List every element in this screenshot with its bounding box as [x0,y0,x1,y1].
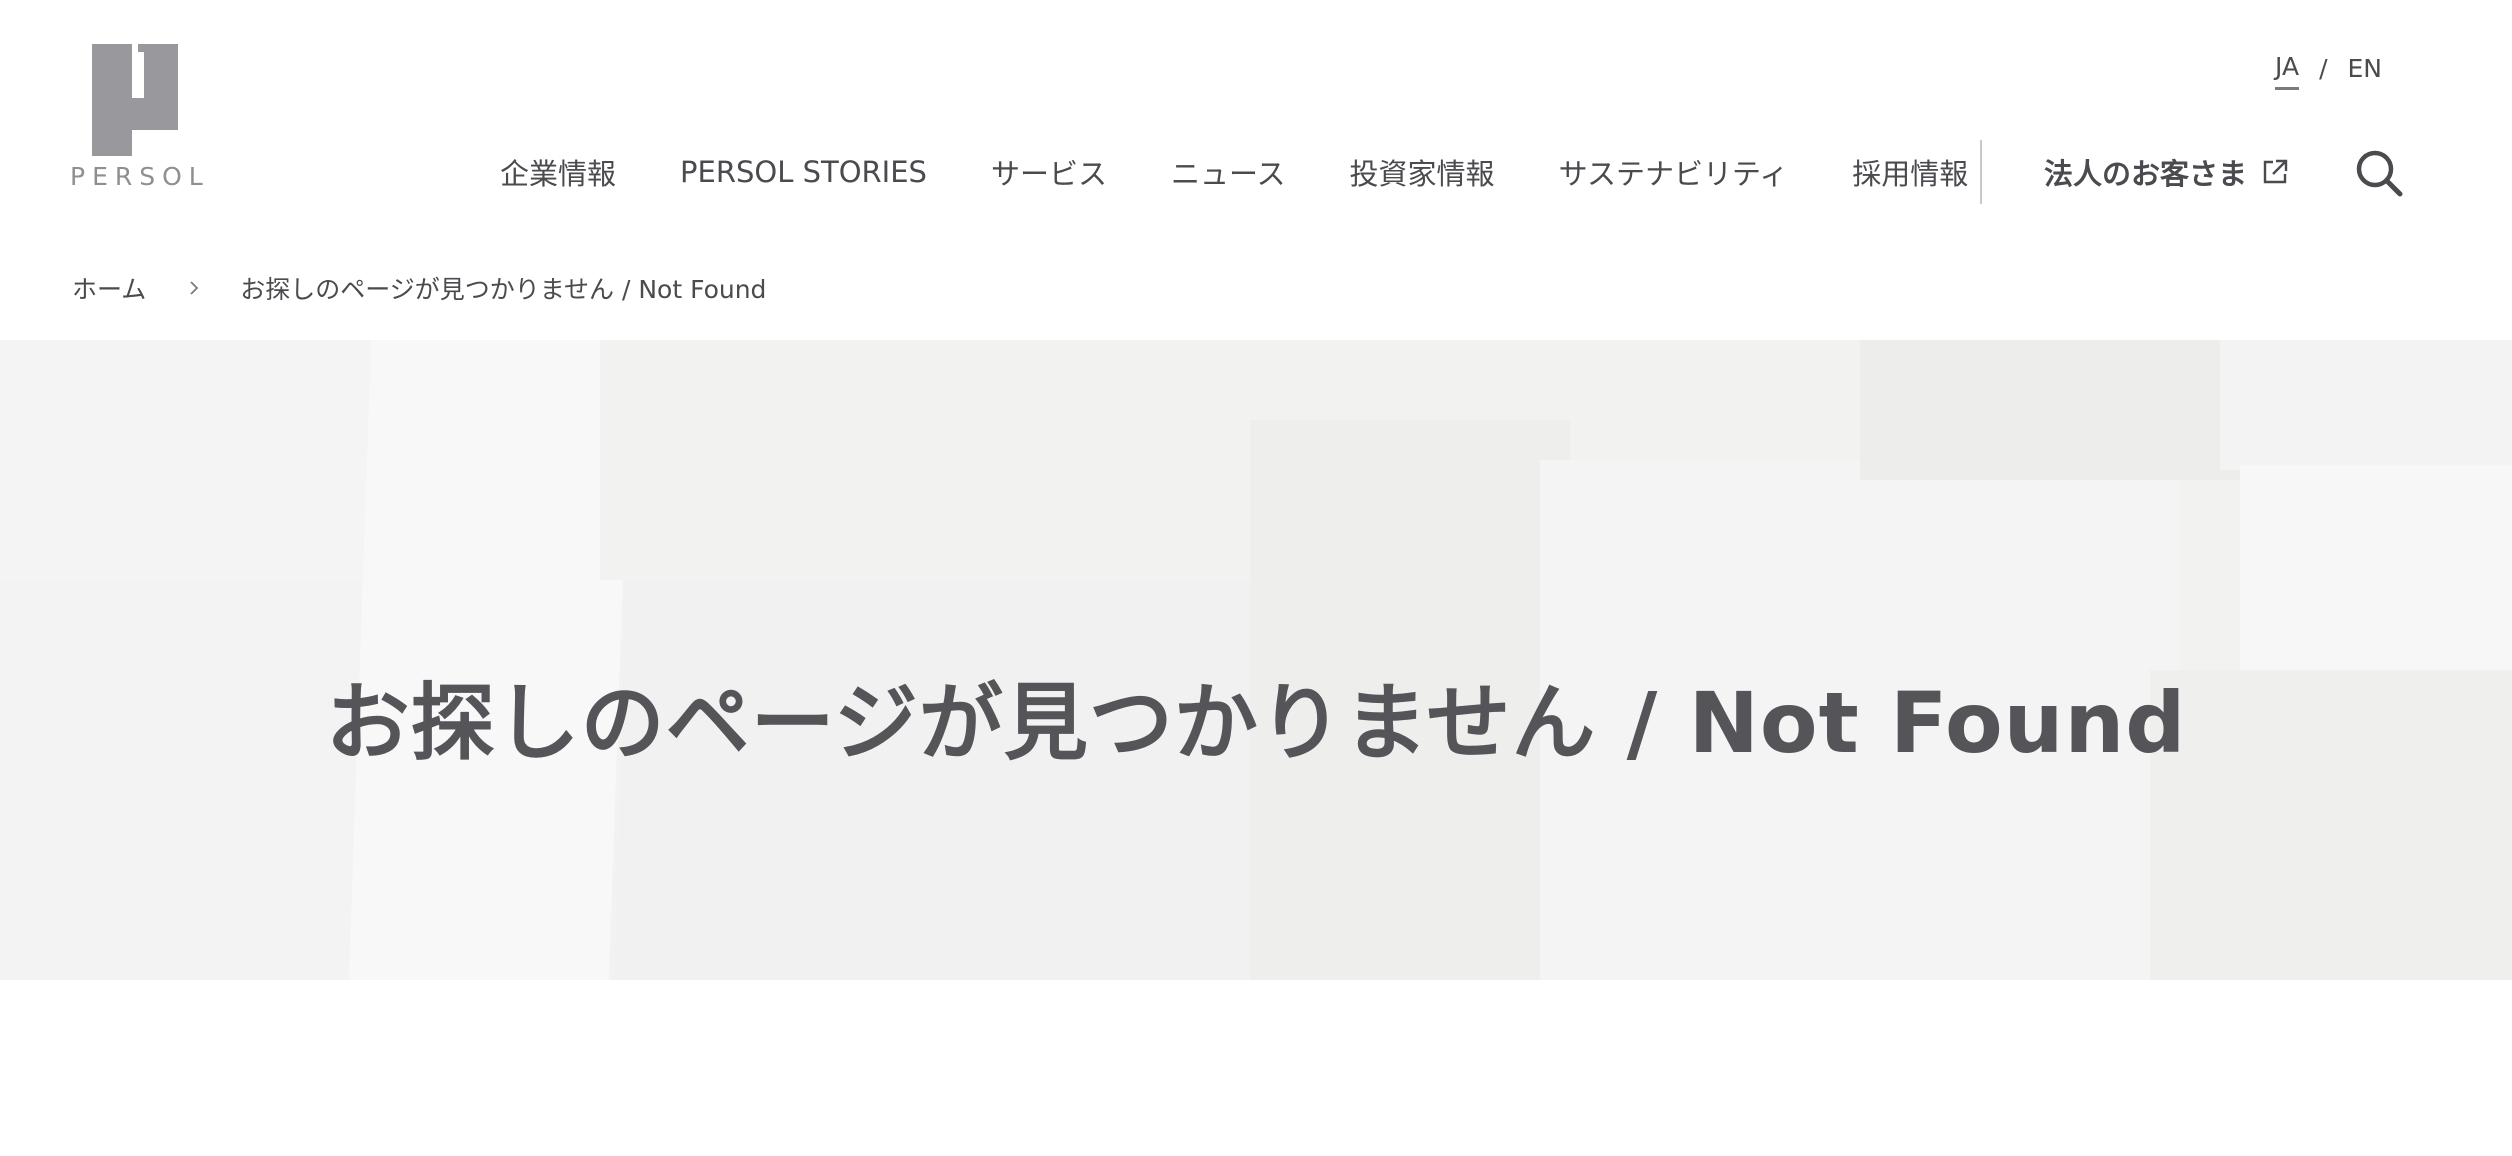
hero-banner: お探しのページが見つかりません / Not Found [0,340,2512,980]
corporate-clients-label: 法人のお客さま [2044,157,2248,191]
nav-item-stories[interactable]: PERSOL STORIES [680,155,927,189]
nav-item-investors[interactable]: 投資家情報 [1350,151,1495,193]
language-switcher: JA / EN [2275,52,2382,90]
breadcrumb-current: お探しのページが見つかりません / Not Found [240,275,767,304]
nav-item-sustainability[interactable]: サステナビリティ [1559,151,1789,193]
nav-item-services[interactable]: サービス [991,151,1107,193]
nav-item-company[interactable]: 企業情報 [500,151,616,193]
search-icon [2356,150,2403,197]
corporate-clients-link[interactable]: 法人のお客さま [2044,140,2289,204]
breadcrumb-home[interactable]: ホーム [72,270,146,306]
nav-item-news[interactable]: ニュース [1171,151,1286,193]
external-link-icon [2263,159,2288,184]
persol-logo[interactable]: PERSOL [70,44,210,194]
page-title: お探しのページが見つかりません / Not Found [325,673,2187,772]
logo-wordmark: PERSOL [70,162,210,191]
site-header: PERSOL JA / EN 企業情報 PERSOL STORIES サービス … [0,0,2512,240]
lang-separator: / [2319,53,2328,83]
lang-ja[interactable]: JA [2275,52,2300,90]
search-button[interactable] [2354,148,2404,198]
chevron-right-icon [190,281,199,295]
breadcrumb: ホーム お探しのページが見つかりません / Not Found [72,270,766,306]
persol-logo-icon [92,44,178,156]
lang-en[interactable]: EN [2348,54,2383,89]
main-nav: 企業情報 PERSOL STORIES サービス ニュース 投資家情報 サステナ… [500,140,1968,204]
nav-divider [1980,140,1982,204]
nav-item-recruit[interactable]: 採用情報 [1852,151,1968,193]
